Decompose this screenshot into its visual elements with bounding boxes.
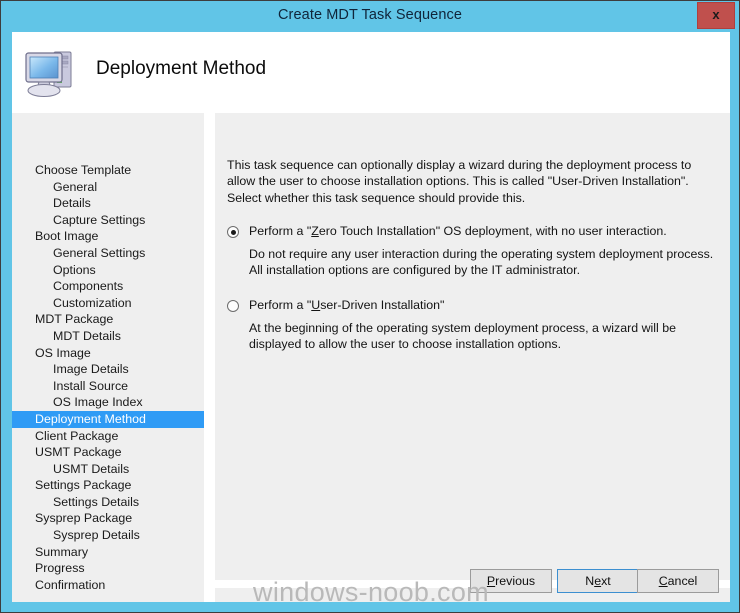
close-icon: x [712,7,720,22]
content-panel: This task sequence can optionally displa… [215,113,730,580]
sidebar-item-deployment-method[interactable]: Deployment Method [12,410,204,428]
option-user-driven-description: At the beginning of the operating system… [249,321,677,352]
radio-user-driven-label[interactable]: Perform a "User-Driven Installation" [249,297,444,314]
radio-zero-touch-label[interactable]: Perform a "Zero Touch Installation" OS d… [249,223,667,240]
panel-divider-vertical [204,113,215,602]
sidebar-item-capture-settings[interactable]: Capture Settings [12,212,204,229]
sidebar-item-progress[interactable]: Progress [12,560,204,577]
sidebar-item-general-settings[interactable]: General Settings [12,245,204,262]
next-button[interactable]: Next [557,569,639,593]
sidebar-item-general[interactable]: General [12,179,204,196]
sidebar-item-confirmation[interactable]: Confirmation [12,577,204,594]
option-zero-touch: Perform a "Zero Touch Installation" OS d… [227,223,717,279]
sidebar-item-customization[interactable]: Customization [12,295,204,312]
client-area: Deployment Method Choose Template General… [12,32,730,602]
sidebar-item-sysprep-package[interactable]: Sysprep Package [12,510,204,527]
footer-buttons: Previous Next Cancel [204,569,719,593]
sidebar-item-options[interactable]: Options [12,262,204,279]
step-list: Choose Template General Details Capture Set… [12,162,204,593]
sidebar-item-mdt-package[interactable]: MDT Package [12,311,204,328]
sidebar-item-image-details[interactable]: Image Details [12,361,204,378]
option-zero-touch-description: Do not require any user interaction duri… [249,247,714,278]
option-user-driven: Perform a "User-Driven Installation" At … [227,297,717,353]
page-title: Deployment Method [96,58,267,79]
sidebar-item-settings-package[interactable]: Settings Package [12,477,204,494]
cancel-button[interactable]: Cancel [637,569,719,593]
sidebar-item-usmt-details[interactable]: USMT Details [12,461,204,478]
close-button[interactable]: x [697,2,735,29]
sidebar-item-choose-template[interactable]: Choose Template [12,162,204,179]
sidebar-item-sysprep-details[interactable]: Sysprep Details [12,527,204,544]
window-title: Create MDT Task Sequence [277,7,462,23]
dialog-window: Create MDT Task Sequence x Deployment Me… [0,0,740,613]
wizard-header: Deployment Method [12,32,730,113]
computer-icon [21,45,79,100]
sidebar-item-summary[interactable]: Summary [12,544,204,561]
sidebar-item-usmt-package[interactable]: USMT Package [12,444,204,461]
sidebar-item-boot-image[interactable]: Boot Image [12,228,204,245]
sidebar-item-components[interactable]: Components [12,278,204,295]
intro-text: This task sequence can optionally displa… [227,158,692,205]
sidebar-item-details[interactable]: Details [12,195,204,212]
wizard-steps-sidebar: Choose Template General Details Capture Set… [12,113,204,602]
sidebar-item-settings-details[interactable]: Settings Details [12,494,204,511]
sidebar-item-mdt-details[interactable]: MDT Details [12,328,204,345]
radio-zero-touch[interactable] [227,226,239,238]
sidebar-item-client-package[interactable]: Client Package [12,428,204,445]
sidebar-item-os-image-index[interactable]: OS Image Index [12,394,204,411]
title-bar: Create MDT Task Sequence x [1,1,739,32]
radio-user-driven[interactable] [227,300,239,312]
sidebar-item-install-source[interactable]: Install Source [12,378,204,395]
previous-button[interactable]: Previous [470,569,552,593]
sidebar-item-os-image[interactable]: OS Image [12,345,204,362]
